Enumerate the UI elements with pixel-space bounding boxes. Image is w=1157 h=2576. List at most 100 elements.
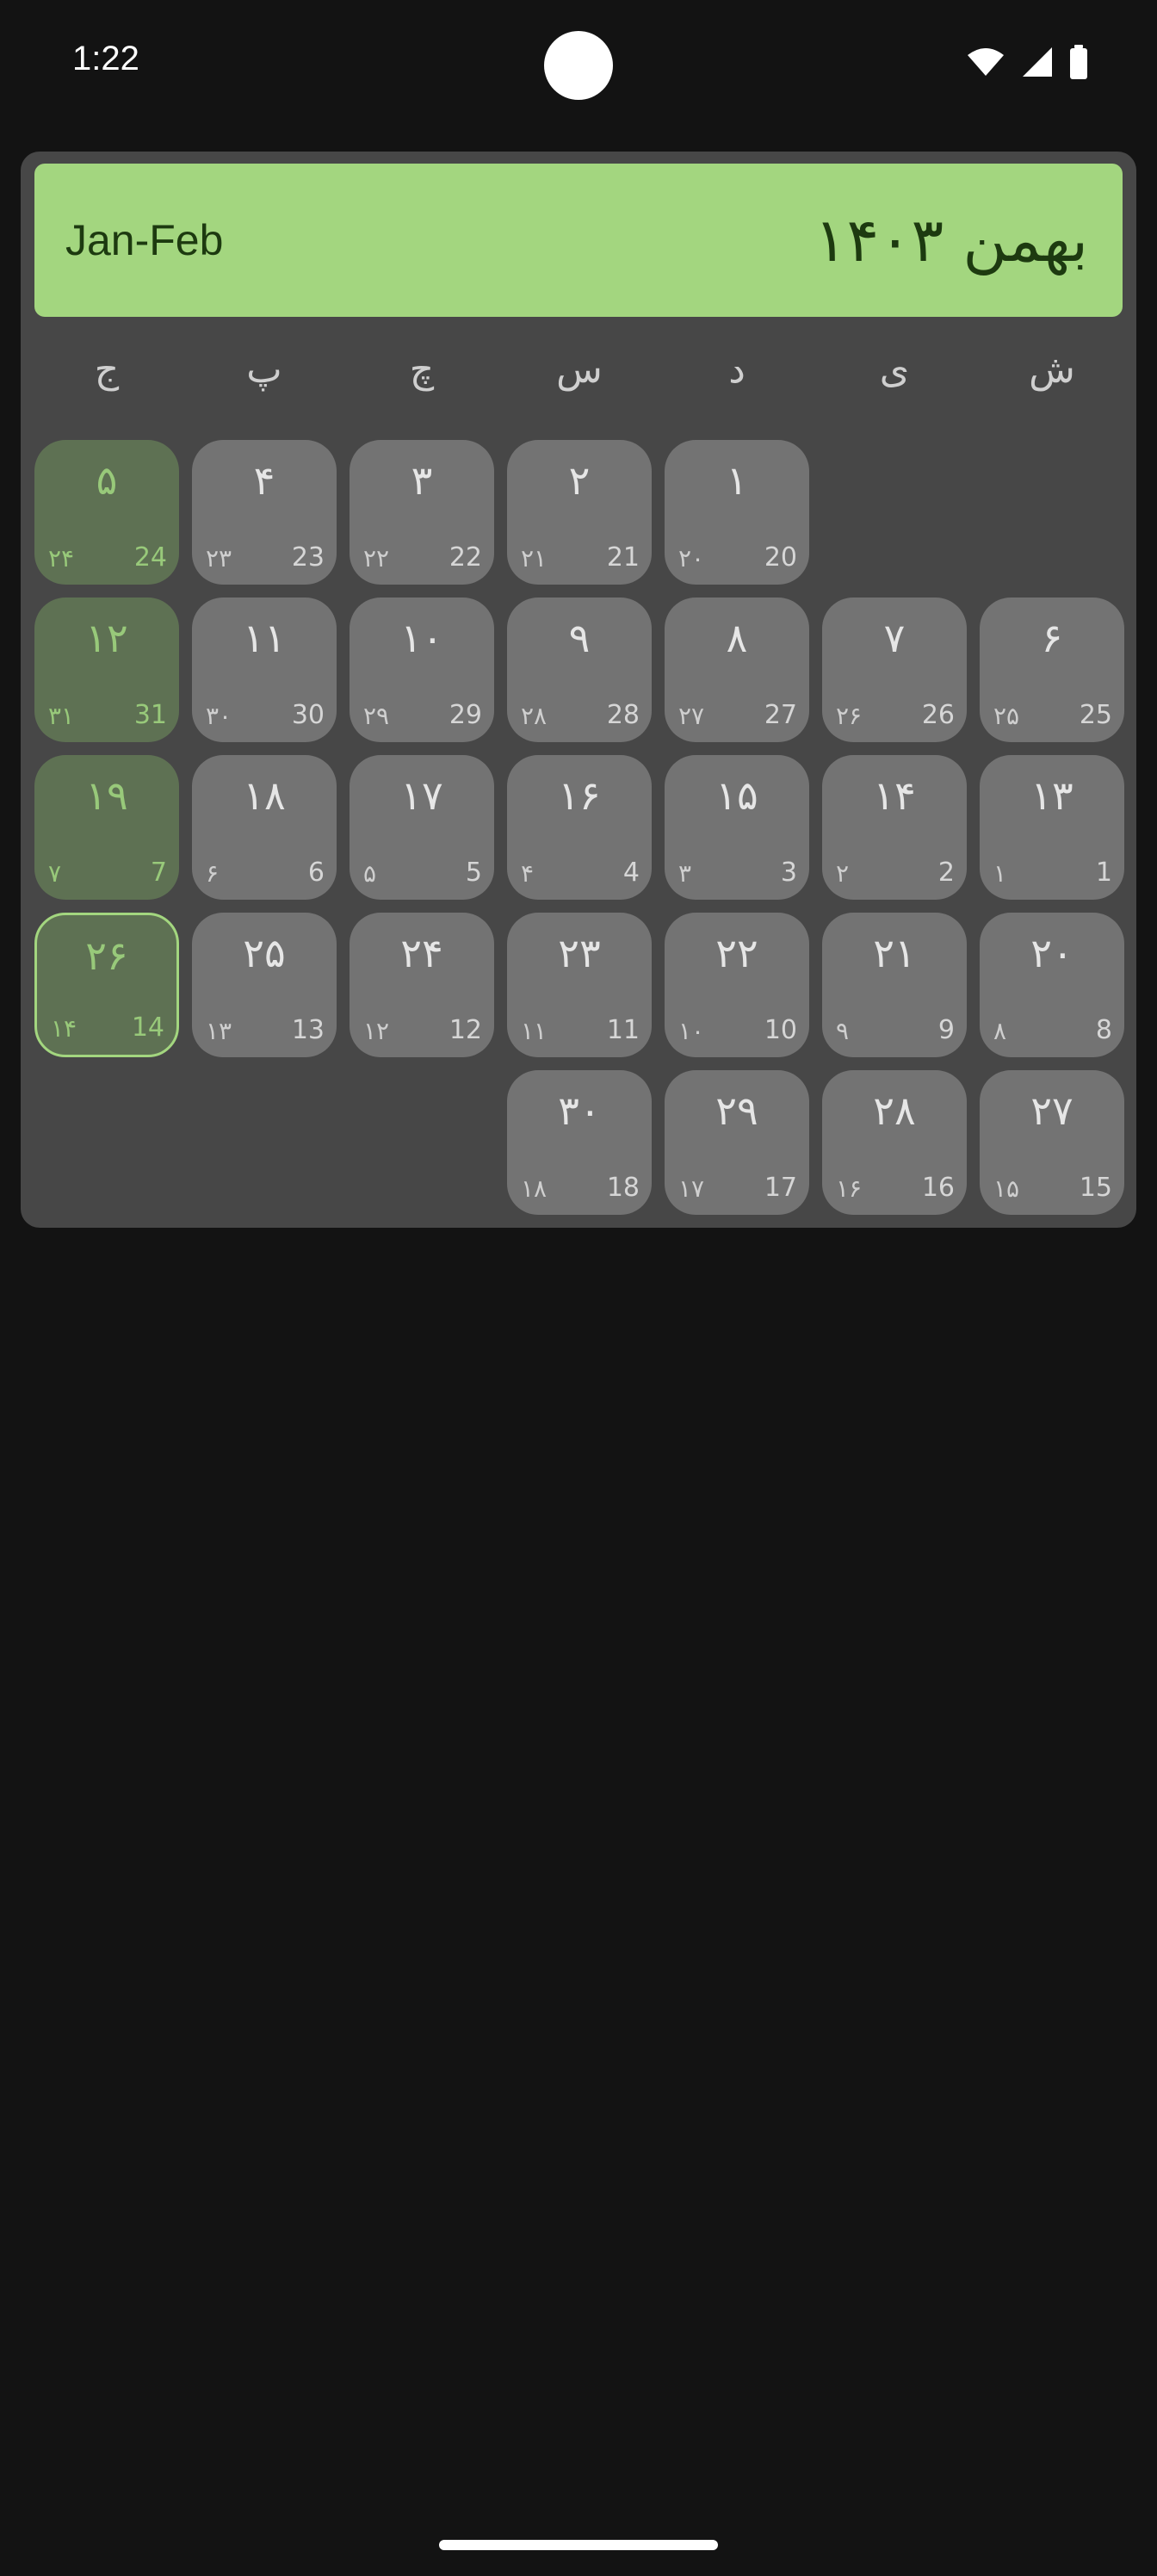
day-cell[interactable]: ۹ ۲۸ 28 — [507, 598, 652, 742]
persian-day-number: ۱۶ — [558, 772, 601, 819]
persian-day-number: ۲۷ — [1030, 1087, 1073, 1134]
gregorian-day-number: 31 — [133, 700, 167, 730]
day-cell[interactable]: ۲۳ ۱۱ 11 — [507, 913, 652, 1057]
gregorian-day-number: 13 — [291, 1015, 325, 1045]
persian-day-number: ۲۴ — [400, 930, 443, 976]
day-cell[interactable]: ۱۵ ۳ 3 — [665, 755, 809, 900]
gregorian-day-number: 11 — [606, 1015, 640, 1045]
persian-day-number: ۲۱ — [873, 930, 916, 976]
weekday-label: چ — [409, 348, 435, 392]
day-cell[interactable]: ۲۲ ۱۰ 10 — [665, 913, 809, 1057]
persian-day-number: ۲۶ — [85, 932, 128, 979]
status-icons — [966, 45, 1088, 83]
day-cell[interactable]: ۲۹ ۱۷ 17 — [665, 1070, 809, 1215]
day-cell[interactable]: ۱۲ ۳۱ 31 — [34, 598, 179, 742]
day-cell[interactable]: ۲۵ ۱۳ 13 — [192, 913, 337, 1057]
gregorian-day-number: 7 — [150, 858, 167, 888]
camera-cutout — [544, 31, 613, 100]
gregorian-day-persian-digits: ۱۲ — [363, 1017, 390, 1045]
persian-day-number: ۱۴ — [873, 772, 916, 819]
home-indicator[interactable] — [439, 2540, 718, 2550]
gregorian-day-persian-digits: ۱۸ — [521, 1174, 548, 1203]
gregorian-day-persian-digits: ۱۶ — [836, 1174, 863, 1203]
gregorian-day-persian-digits: ۲۵ — [993, 702, 1020, 730]
gregorian-day-persian-digits: ۱۷ — [678, 1174, 705, 1203]
gregorian-day-persian-digits: ۲۱ — [521, 544, 548, 573]
persian-day-number: ۶ — [1041, 615, 1063, 661]
gregorian-day-number: 30 — [291, 700, 325, 730]
persian-day-number: ۲ — [568, 457, 591, 504]
persian-day-number: ۴ — [253, 457, 275, 504]
calendar-header[interactable]: Jan-Feb بهمن ۱۴۰۳ — [34, 164, 1123, 317]
battery-icon — [1069, 45, 1088, 83]
gregorian-day-number: 27 — [764, 700, 797, 730]
gregorian-day-number: 22 — [449, 542, 482, 573]
day-cell[interactable]: ۱۷ ۵ 5 — [350, 755, 494, 900]
persian-day-number: ۱۱ — [243, 615, 286, 661]
day-cell[interactable]: ۱۰ ۲۹ 29 — [350, 598, 494, 742]
persian-day-number: ۲۹ — [715, 1087, 758, 1134]
day-cell[interactable]: ۴ ۲۳ 23 — [192, 440, 337, 585]
day-cell-today[interactable]: ۲۶ ۱۴ 14 — [34, 913, 179, 1057]
persian-day-number: ۹ — [568, 615, 591, 661]
persian-day-number: ۵ — [96, 457, 118, 504]
signal-icon — [1021, 46, 1054, 82]
day-cell[interactable]: ۱۸ ۶ 6 — [192, 755, 337, 900]
day-cell[interactable]: ۲۰ ۸ 8 — [980, 913, 1124, 1057]
weekday-label: د — [728, 348, 746, 392]
day-cell[interactable]: ۲۷ ۱۵ 15 — [980, 1070, 1124, 1215]
day-cell[interactable]: ۱۶ ۴ 4 — [507, 755, 652, 900]
gregorian-day-persian-digits: ۹ — [836, 1017, 850, 1045]
calendar-widget[interactable]: Jan-Feb بهمن ۱۴۰۳ جپچسدیش ۵ ۲۴ 24 ۴ ۲۳ 23 ۳ ۲۲ 2… — [21, 152, 1136, 1228]
day-cell[interactable]: ۱۴ ۲ 2 — [822, 755, 967, 900]
gregorian-day-persian-digits: ۷ — [48, 859, 62, 888]
day-cell[interactable]: ۱۳ ۱ 1 — [980, 755, 1124, 900]
gregorian-day-number: 1 — [1095, 858, 1112, 888]
persian-day-number: ۳۰ — [558, 1087, 601, 1134]
gregorian-day-number: 3 — [780, 858, 797, 888]
gregorian-day-persian-digits: ۲ — [836, 859, 850, 888]
gregorian-day-number: 23 — [291, 542, 325, 573]
persian-day-number: ۱۹ — [85, 772, 128, 819]
day-cell[interactable]: ۵ ۲۴ 24 — [34, 440, 179, 585]
gregorian-day-persian-digits: ۵ — [363, 859, 377, 888]
gregorian-day-persian-digits: ۲۸ — [521, 702, 548, 730]
gregorian-day-persian-digits: ۲۹ — [363, 702, 390, 730]
day-cell[interactable]: ۸ ۲۷ 27 — [665, 598, 809, 742]
day-cell[interactable]: ۳ ۲۲ 22 — [350, 440, 494, 585]
gregorian-day-number: 24 — [133, 542, 167, 573]
gregorian-day-persian-digits: ۱۴ — [51, 1014, 77, 1043]
gregorian-day-number: 10 — [764, 1015, 797, 1045]
gregorian-day-number: 12 — [449, 1015, 482, 1045]
gregorian-day-persian-digits: ۸ — [993, 1017, 1007, 1045]
gregorian-day-persian-digits: ۱۰ — [678, 1017, 705, 1045]
gregorian-months-label: Jan-Feb — [65, 216, 224, 264]
gregorian-day-number: 8 — [1095, 1015, 1112, 1045]
persian-day-number: ۲۳ — [558, 930, 601, 976]
gregorian-day-number: 14 — [131, 1012, 164, 1043]
day-cell[interactable]: ۶ ۲۵ 25 — [980, 598, 1124, 742]
gregorian-day-persian-digits: ۶ — [206, 859, 220, 888]
persian-day-number: ۲۲ — [715, 930, 758, 976]
gregorian-day-number: 15 — [1079, 1173, 1112, 1203]
day-cell[interactable]: ۷ ۲۶ 26 — [822, 598, 967, 742]
persian-day-number: ۱۰ — [400, 615, 443, 661]
day-cell[interactable]: ۱۹ ۷ 7 — [34, 755, 179, 900]
day-cell[interactable]: ۲۸ ۱۶ 16 — [822, 1070, 967, 1215]
gregorian-day-persian-digits: ۱ — [993, 859, 1007, 888]
gregorian-day-persian-digits: ۲۲ — [363, 544, 390, 573]
gregorian-day-persian-digits: ۲۰ — [678, 544, 705, 573]
persian-day-number: ۱۸ — [243, 772, 286, 819]
day-cell[interactable]: ۱ ۲۰ 20 — [665, 440, 809, 585]
persian-day-number: ۱۷ — [400, 772, 443, 819]
day-cell[interactable]: ۲ ۲۱ 21 — [507, 440, 652, 585]
day-cell[interactable]: ۲۴ ۱۲ 12 — [350, 913, 494, 1057]
day-cell[interactable]: ۱۱ ۳۰ 30 — [192, 598, 337, 742]
gregorian-day-number: 26 — [921, 700, 955, 730]
persian-month-title: بهمن ۱۴۰۳ — [814, 205, 1088, 276]
gregorian-day-persian-digits: ۱۵ — [993, 1174, 1020, 1203]
day-cell[interactable]: ۳۰ ۱۸ 18 — [507, 1070, 652, 1215]
weekday-label: ی — [879, 348, 910, 392]
day-cell[interactable]: ۲۱ ۹ 9 — [822, 913, 967, 1057]
gregorian-day-persian-digits: ۳۱ — [48, 702, 75, 730]
